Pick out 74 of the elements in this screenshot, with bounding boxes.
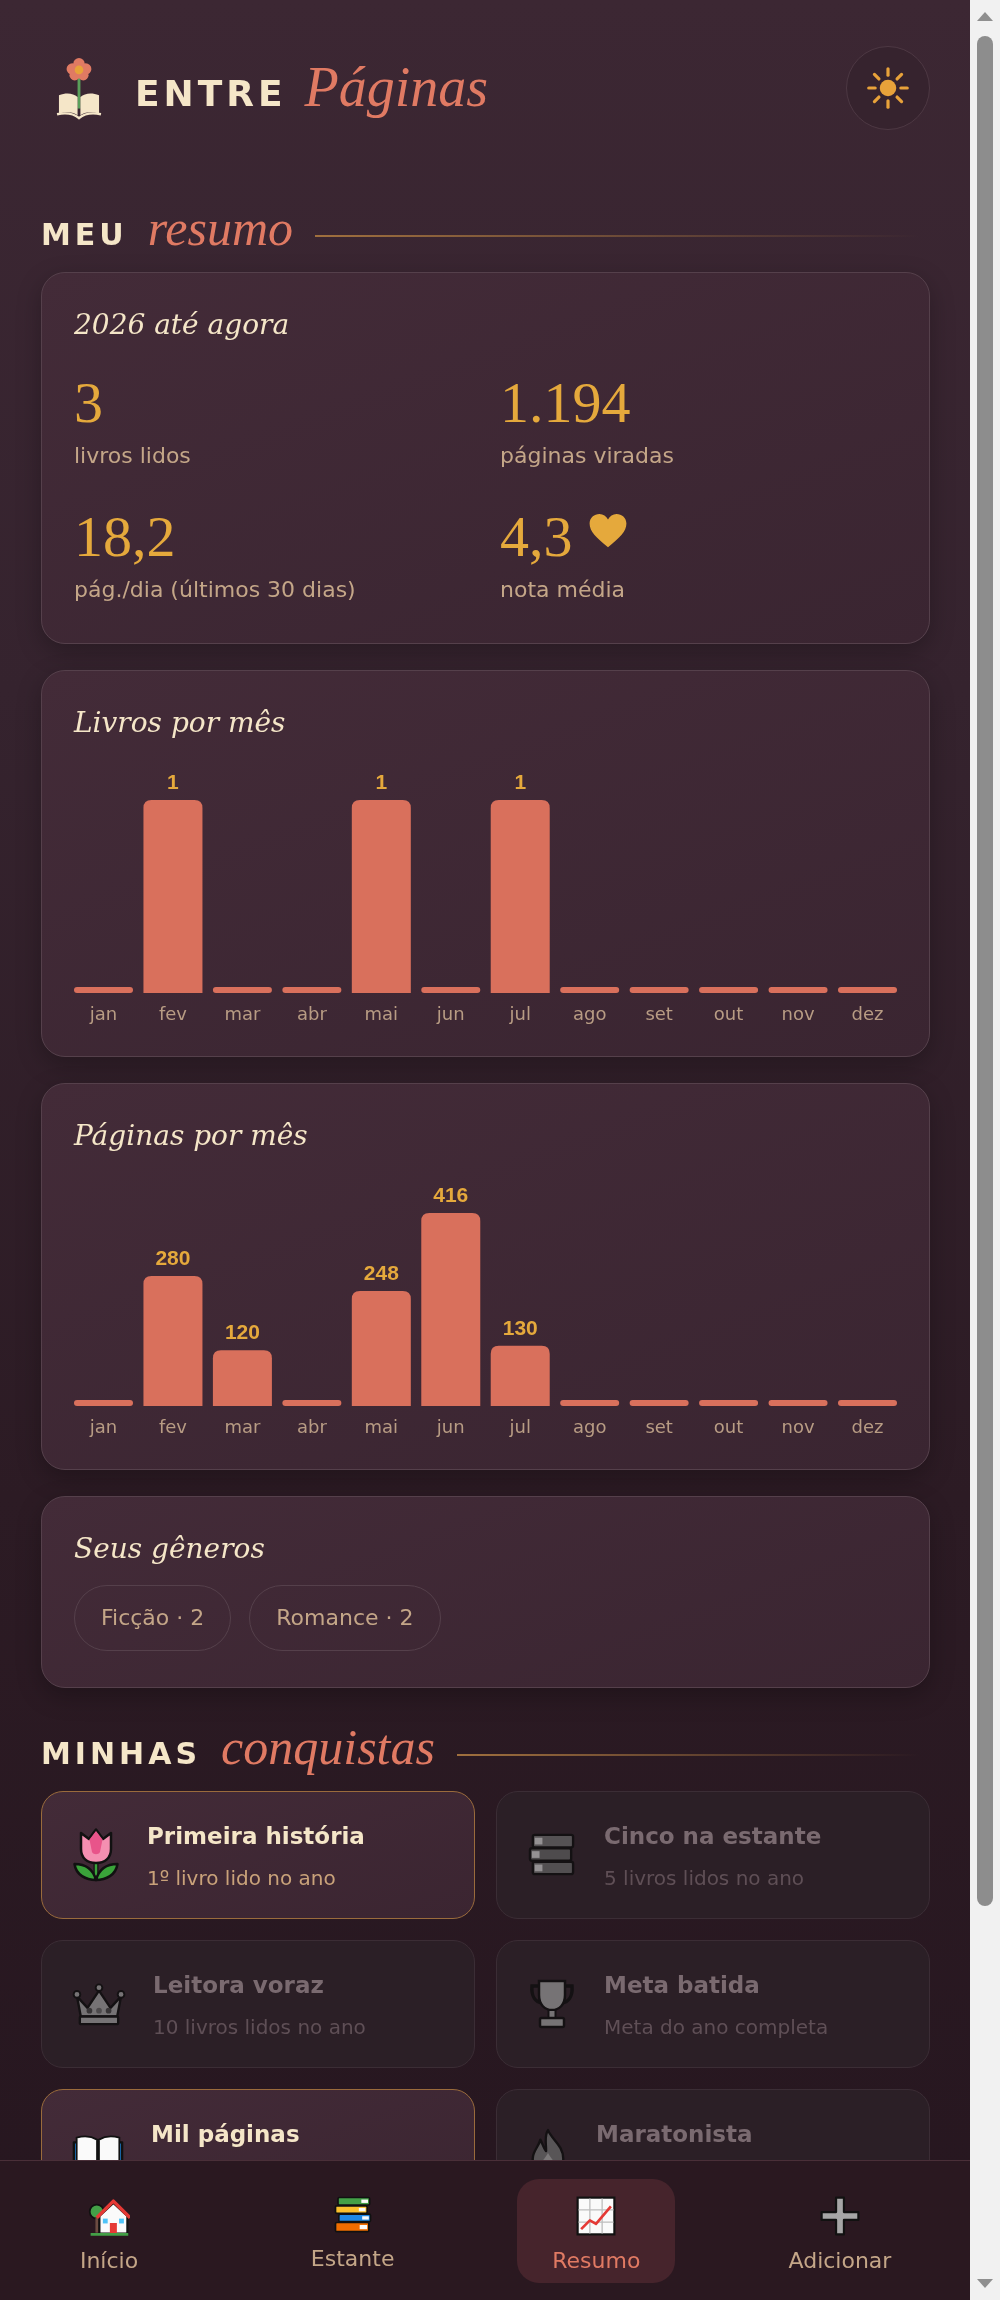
month-label: nov	[781, 1416, 815, 1437]
bar-value-label: 1	[375, 770, 388, 793]
bar-value-label: 1	[514, 770, 527, 793]
month-label: set	[645, 1003, 673, 1024]
achievement-title: Primeira história	[147, 1822, 365, 1851]
month-label: ago	[572, 1003, 607, 1024]
stat-label: livros lidos	[74, 443, 191, 469]
heart-icon	[588, 512, 627, 548]
book-stack-icon	[527, 1832, 577, 1878]
card-title: Páginas por mês	[74, 1118, 309, 1154]
achievement-title: Cinco na estante	[604, 1822, 822, 1851]
crown-icon	[72, 1981, 126, 2027]
card-title: 2026 até agora	[74, 307, 291, 343]
section-heading: MEU resumo	[41, 200, 294, 256]
nav-tab[interactable]: Início	[30, 2179, 188, 2283]
scroll-down-icon[interactable]	[977, 2279, 993, 2288]
month-label: mar	[224, 1416, 261, 1437]
trophy-icon	[527, 1977, 577, 2031]
stat-value: 18,2	[74, 509, 176, 565]
month-label: dez	[851, 1416, 884, 1437]
tulip-icon	[72, 1827, 120, 1883]
month-label: mai	[364, 1003, 399, 1024]
sun-icon	[866, 66, 910, 110]
app-title: ENTRE Páginas	[135, 57, 489, 119]
nav-tab[interactable]: Estante	[273, 2179, 432, 2283]
month-label: fev	[158, 1003, 187, 1024]
month-label: mai	[364, 1416, 399, 1437]
bar	[212, 1350, 272, 1406]
month-label: set	[645, 1416, 673, 1437]
month-label: jul	[509, 1003, 531, 1024]
stat-value: 3	[74, 375, 103, 431]
bar-value-label: 130	[502, 1315, 538, 1339]
bar-value-label: 1	[167, 770, 179, 793]
scrollbar-thumb[interactable]	[977, 36, 993, 1906]
book-stack-icon	[332, 2195, 373, 2235]
month-label: out	[713, 1003, 744, 1024]
achievement-description: 1º livro lido no ano	[147, 1865, 336, 1892]
month-label: jan	[89, 1003, 118, 1024]
month-label: jan	[89, 1416, 118, 1437]
month-label: fev	[158, 1416, 187, 1437]
card-title: Livros por mês	[74, 705, 287, 741]
stat-label: nota média	[500, 577, 626, 603]
achievement-title: Mil páginas	[151, 2120, 300, 2149]
nav-tab[interactable]: Adicionar	[760, 2179, 919, 2283]
month-label: out	[713, 1416, 744, 1437]
bar-value-label: 248	[363, 1260, 399, 1284]
achievement-title: Leitora voraz	[153, 1971, 324, 2000]
bar	[490, 1345, 550, 1406]
stat-label: páginas viradas	[500, 443, 674, 469]
achievement-title: Maratonista	[596, 2120, 753, 2149]
month-label: abr	[296, 1003, 327, 1024]
month-label: jun	[436, 1003, 465, 1024]
plus-icon	[818, 2195, 861, 2237]
month-label: nov	[781, 1003, 815, 1024]
month-label: jun	[436, 1416, 465, 1437]
stat-value: 4,3	[500, 509, 573, 565]
section-heading: MINHAS conquistas	[41, 1719, 435, 1775]
bar-value-label: 120	[224, 1320, 260, 1344]
achievement-title: Meta batida	[604, 1971, 760, 2000]
month-label: dez	[851, 1003, 884, 1024]
month-label: mar	[224, 1003, 261, 1024]
scrollbar[interactable]	[970, 0, 1000, 2300]
bar-value-label: 416	[433, 1183, 469, 1206]
nav-tab[interactable]: Resumo	[517, 2179, 676, 2283]
line-chart-icon	[575, 2195, 618, 2237]
month-label: ago	[572, 1416, 607, 1437]
stat-label: pág./dia (últimos 30 dias)	[74, 577, 356, 603]
month-label: jul	[509, 1416, 531, 1437]
month-label: abr	[296, 1416, 327, 1437]
book-with-flower-icon	[55, 56, 103, 120]
card-title: Seus gêneros	[74, 1531, 266, 1567]
scroll-up-icon[interactable]	[977, 12, 993, 21]
stat-value: 1.194	[500, 375, 631, 431]
bar-value-label: 280	[155, 1246, 191, 1270]
